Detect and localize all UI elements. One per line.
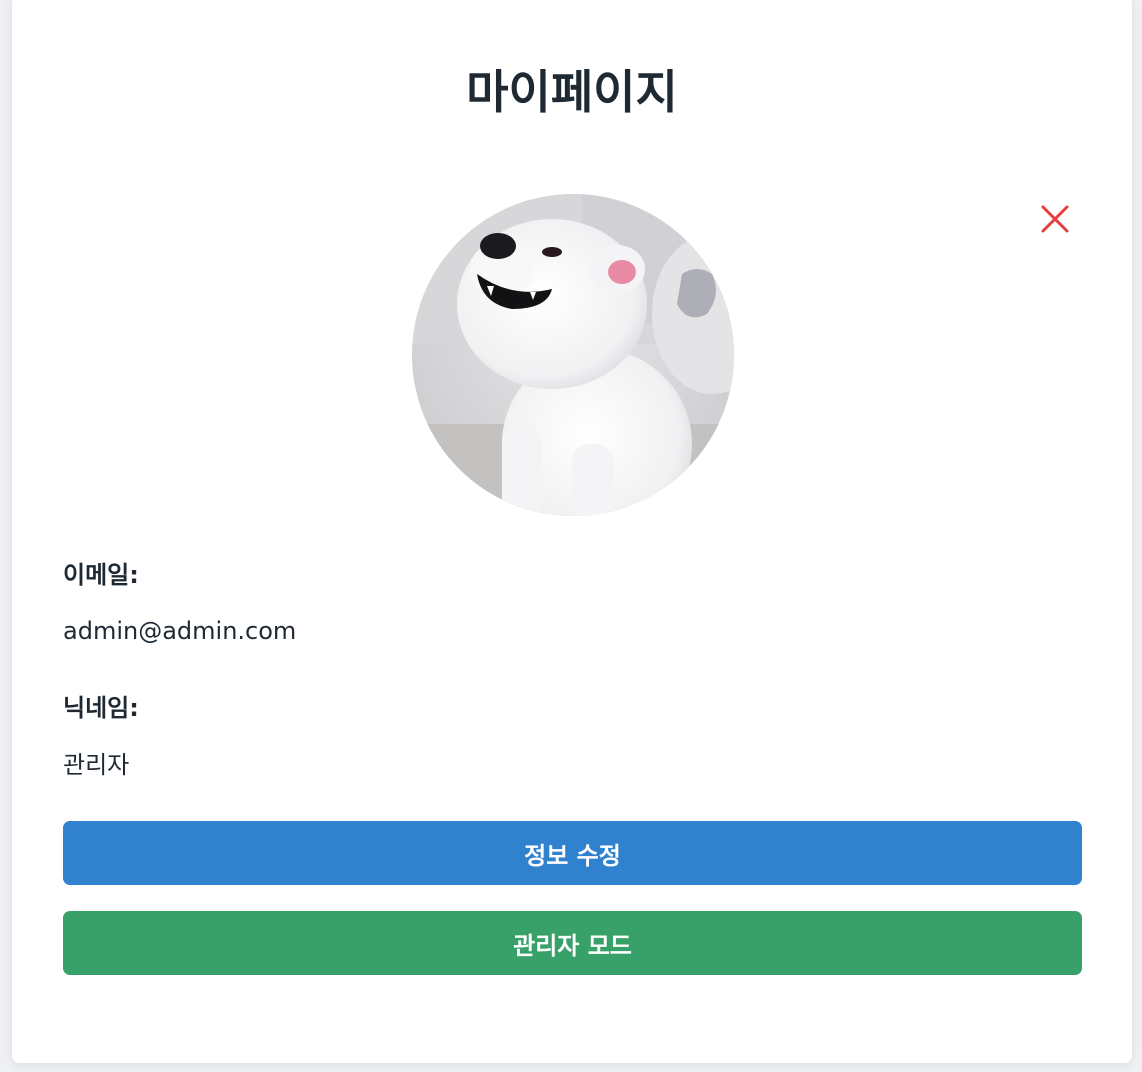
email-value: admin@admin.com	[63, 617, 297, 645]
admin-mode-button[interactable]: 관리자 모드	[63, 911, 1082, 975]
close-button[interactable]	[1038, 202, 1072, 236]
nickname-value: 관리자	[63, 751, 130, 779]
nickname-label: 닉네임:	[63, 694, 139, 722]
avatar-image	[412, 194, 734, 516]
page-title: 마이페이지	[466, 65, 678, 119]
mypage-card: 마이페이지 이메일: admin@admin.com 닉네임: 관리자 정보 수…	[12, 0, 1132, 1063]
email-label: 이메일:	[63, 561, 139, 589]
close-icon	[1041, 205, 1069, 233]
avatar	[412, 194, 734, 516]
edit-profile-button[interactable]: 정보 수정	[63, 821, 1082, 885]
